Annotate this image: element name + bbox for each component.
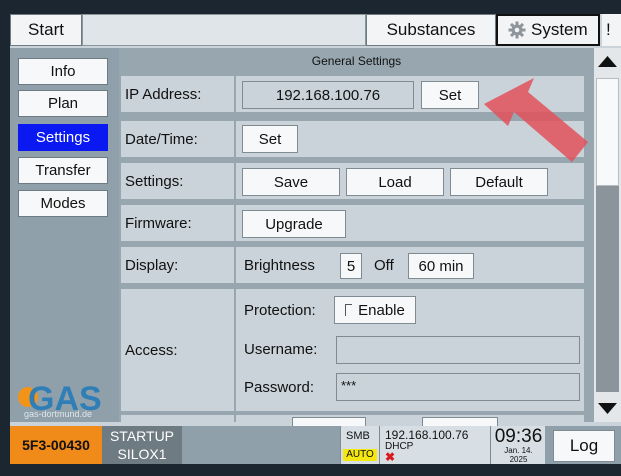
state-text: STARTUP [109,428,175,444]
settings-label: Settings: [121,163,234,199]
system-button[interactable]: System [496,14,600,46]
default-settings-button[interactable]: Default [450,168,548,196]
start-button[interactable]: Start [10,14,82,46]
datetime-label: Date/Time: [121,121,234,157]
logo-url: gas-dortmund.de [24,409,93,419]
ip-address-label: IP Address: [121,76,234,112]
app-frame: Start Substances System ! Info Plan Sett… [10,14,621,464]
smb-text: SMB [346,430,370,442]
datetime-set-button[interactable]: Set [242,125,298,153]
off-label: Off [374,256,394,274]
date-text-line1: Jan. 14. [504,446,533,455]
error-x-icon: ✖ [385,450,396,464]
upgrade-firmware-button[interactable]: Upgrade [242,210,346,238]
ip-set-button[interactable]: Set [421,81,479,109]
net-divider [379,426,380,464]
substances-button[interactable]: Substances [366,14,496,46]
clock-box: 09:36 Jan. 14. 2025 [490,426,545,464]
save-settings-button[interactable]: Save [242,168,340,196]
site-text: SILOX1 [117,446,167,462]
sidebar-item-modes[interactable]: Modes [18,190,108,217]
alert-button[interactable]: ! [602,14,621,46]
time-text: 09:36 [494,426,543,447]
protection-enable-checkbox[interactable]: Enable [334,296,416,324]
scroll-up-icon[interactable] [594,48,621,76]
panel-title: General Settings [311,54,402,68]
protection-label: Protection: [244,301,316,319]
password-label: Password: [244,378,315,396]
sidebar-item-info[interactable]: Info [18,58,108,85]
device-id-badge[interactable]: 5F3-00430 [10,426,102,464]
brightness-value[interactable]: 5 [340,253,362,279]
ip-status-text: 192.168.100.76 [385,428,469,442]
auto-badge: AUTO [343,449,377,461]
load-settings-button[interactable]: Load [346,168,444,196]
log-button[interactable]: Log [553,430,615,462]
scroll-thumb[interactable] [596,78,619,186]
password-input[interactable]: *** [336,373,580,401]
access-label: Access: [121,289,234,411]
sidebar-item-transfer[interactable]: Transfer [18,157,108,184]
sidebar-item-settings[interactable]: Settings [18,124,108,151]
scroll-track[interactable] [596,186,619,392]
off-timeout-value[interactable]: 60 min [408,253,474,279]
sidebar-item-plan[interactable]: Plan [18,90,108,117]
state-box: STARTUP SILOX1 [102,426,182,464]
date-text-line2: 2025 [509,455,528,464]
ip-address-field[interactable]: 192.168.100.76 [242,81,414,109]
display-label: Display: [121,247,234,283]
scroll-down-icon[interactable] [594,394,621,422]
gear-icon [508,21,526,39]
checkbox-icon [345,304,353,316]
brightness-label: Brightness [244,256,315,274]
username-label: Username: [244,340,318,358]
network-box: SMB AUTO 192.168.100.76 DHCP ✖ [340,426,490,464]
topbar-spacer [82,14,366,46]
username-input[interactable] [336,336,580,364]
firmware-label: Firmware: [121,205,234,241]
